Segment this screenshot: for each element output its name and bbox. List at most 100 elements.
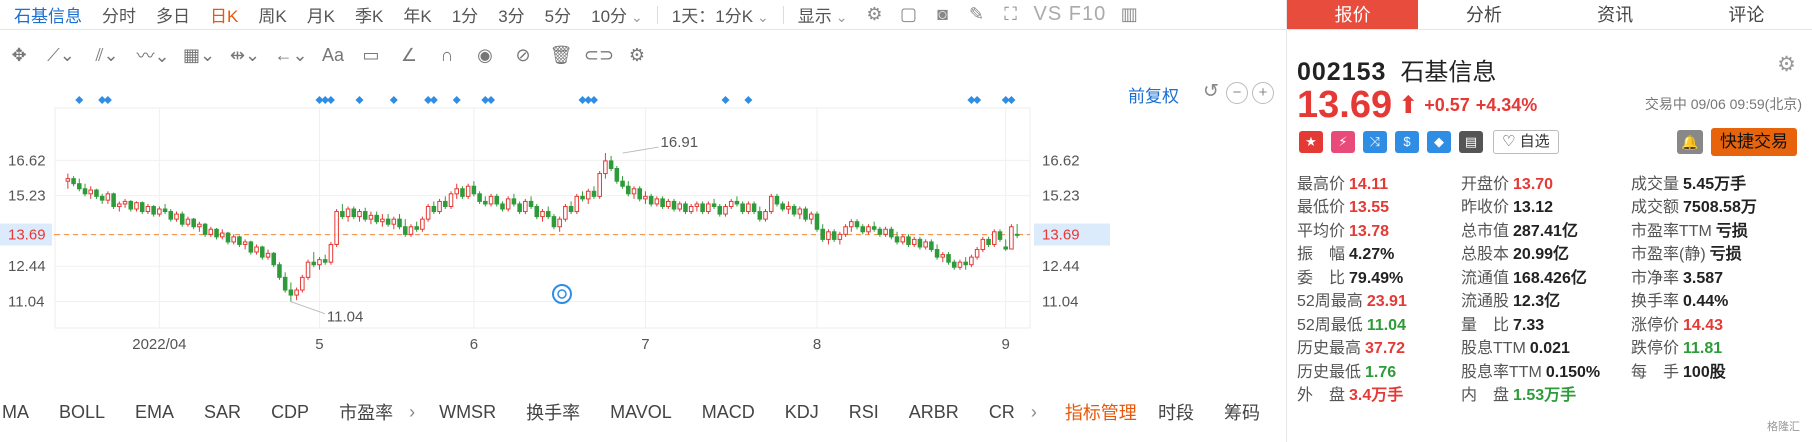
indicator-pe[interactable]: 市盈率 — [339, 399, 409, 425]
indicator-manage-button[interactable]: 指标管理 — [1065, 399, 1153, 425]
fast-trade-button[interactable]: 快捷交易 — [1711, 128, 1797, 156]
zoom-out-icon[interactable]: − — [1226, 82, 1248, 104]
candle-body — [448, 193, 454, 207]
indicator-turnover[interactable]: 换手率 — [526, 399, 596, 425]
camera-icon[interactable]: ◙ — [926, 4, 960, 25]
comment-icon[interactable]: ▭ — [352, 45, 390, 66]
range-icon[interactable]: ⇹⌄ — [222, 45, 268, 66]
candle — [626, 181, 631, 197]
candle-body — [71, 178, 76, 185]
magnet-icon[interactable]: ∩ — [428, 45, 466, 66]
range-select[interactable]: 1天：1分K — [662, 2, 779, 27]
indicator-cdp[interactable]: CDP — [271, 402, 325, 423]
adjust-mode-button[interactable]: 前复权 — [1128, 82, 1179, 107]
candle — [757, 206, 763, 222]
tag-icon[interactable]: ◆ — [1427, 131, 1451, 153]
chevron-right-icon[interactable]: › — [1031, 402, 1037, 423]
stat-label: 量 比 — [1461, 316, 1510, 334]
chips-button[interactable]: 筹码 — [1224, 399, 1276, 425]
arrow-icon[interactable]: ←⌄ — [268, 45, 314, 66]
gear-icon[interactable]: ⚙ — [1777, 52, 1796, 77]
fullscreen-icon[interactable]: ⛶ — [994, 4, 1028, 25]
line-icon[interactable]: ⟋⌄ — [38, 45, 84, 66]
display-menu[interactable]: 显示 — [788, 2, 858, 27]
indicator-wmsr[interactable]: WMSR — [439, 402, 512, 423]
stat-cell: 股息TTM 0.021 — [1461, 334, 1631, 358]
text-icon[interactable]: Aa — [314, 45, 352, 66]
tab-3min[interactable]: 3分 — [488, 2, 534, 27]
tab-1min[interactable]: 1分 — [442, 2, 488, 27]
candle-body — [637, 188, 642, 200]
book-icon[interactable]: ▤ — [1459, 131, 1483, 153]
zoom-in-icon[interactable]: + — [1252, 82, 1274, 104]
move-icon[interactable]: ✥ — [0, 45, 38, 66]
fib-icon[interactable]: ▦⌄ — [176, 45, 222, 66]
indicator-cr[interactable]: CR — [989, 402, 1031, 423]
tab-analysis[interactable]: 分析 — [1418, 0, 1549, 29]
bell-icon[interactable]: 🔔 — [1677, 130, 1703, 154]
tab-weekly-k[interactable]: 周K — [248, 2, 296, 27]
trash-icon[interactable]: 🗑 — [542, 45, 580, 66]
indicator-mavol[interactable]: MAVOL — [610, 402, 688, 423]
dollar-icon[interactable]: $ — [1395, 131, 1419, 153]
channel-icon[interactable]: ⫽⌄ — [84, 45, 130, 66]
candle — [317, 257, 322, 270]
indicator-arbr[interactable]: ARBR — [909, 402, 975, 423]
settings-icon[interactable]: ⚙ — [618, 45, 656, 66]
eye-icon[interactable]: ◉ — [466, 45, 504, 66]
tab-quarterly-k[interactable]: 季K — [345, 2, 393, 27]
lock-icon[interactable]: ⊘ — [504, 45, 542, 66]
tab-10min[interactable]: 10分 — [581, 2, 653, 27]
tab-quote[interactable]: 报价 — [1287, 0, 1419, 29]
ruler-icon[interactable]: ∠ — [390, 45, 428, 66]
indicator-sar[interactable]: SAR — [204, 402, 257, 423]
indicator-boll[interactable]: BOLL — [59, 402, 121, 423]
tab-5min[interactable]: 5分 — [535, 2, 581, 27]
chart-locate-icon[interactable] — [552, 284, 572, 304]
indicator-rsi[interactable]: RSI — [849, 402, 895, 423]
pen-icon[interactable]: ✎ — [960, 4, 994, 25]
chevron-right-icon[interactable]: › — [409, 402, 415, 423]
tab-comments[interactable]: 评论 — [1681, 0, 1812, 29]
tab-yearly-k[interactable]: 年K — [393, 2, 441, 27]
candle — [94, 188, 99, 199]
candle — [706, 201, 711, 215]
tab-multiday[interactable]: 多日 — [146, 2, 200, 27]
stat-cell: 昨收价 13.12 — [1461, 193, 1631, 217]
margin-icon[interactable]: ⚡ — [1331, 131, 1355, 153]
add-watchlist-button[interactable]: ♡ 自选 — [1493, 130, 1559, 154]
tab-monthly-k[interactable]: 月K — [297, 2, 345, 27]
sidebar-toggle-icon[interactable]: ▥ — [1112, 4, 1146, 25]
indicator-ema[interactable]: EMA — [135, 402, 190, 423]
indicator-ma[interactable]: MA — [2, 402, 45, 423]
candle-body — [88, 189, 94, 195]
time-range-button[interactable]: 时段 — [1158, 399, 1210, 425]
settings-icon[interactable]: ⚙ — [858, 4, 892, 25]
candle-body — [820, 228, 825, 240]
wave-icon[interactable]: 〰⌄ — [130, 42, 176, 68]
china-flag-icon[interactable]: ★ — [1299, 131, 1323, 153]
candle-body — [483, 200, 488, 205]
badge-row: ★ ⚡ ⤨ $ ◆ ▤ ♡ 自选 — [1299, 130, 1559, 154]
candle-body — [648, 195, 654, 205]
candlestick-chart[interactable]: 16.91 11.04 16.62 16.62 15.23 15.23 13.69 13.6… — [0, 96, 1290, 394]
indicator-macd[interactable]: MACD — [702, 402, 771, 423]
tab-daily-k[interactable]: 日K — [200, 2, 248, 27]
candle-body — [871, 226, 877, 230]
candle — [242, 239, 248, 250]
candle — [557, 216, 562, 232]
shuffle-icon[interactable]: ⤨ — [1363, 131, 1387, 153]
candle-body — [951, 261, 957, 268]
link-icon[interactable]: ⊂⊃ — [580, 45, 618, 66]
layout-icon[interactable]: ▢ — [892, 4, 926, 25]
stock-name-tab[interactable]: 石基信息 — [0, 2, 92, 27]
candle — [768, 193, 774, 215]
reset-icon[interactable]: ↺ — [1200, 82, 1222, 104]
event-marker — [355, 96, 364, 104]
compare-f10-button[interactable]: VS F10 — [1028, 3, 1113, 26]
tab-intraday[interactable]: 分时 — [92, 2, 146, 27]
candle-body — [654, 198, 660, 205]
tab-news[interactable]: 资讯 — [1550, 0, 1681, 29]
candle — [889, 226, 894, 240]
indicator-kdj[interactable]: KDJ — [785, 402, 835, 423]
